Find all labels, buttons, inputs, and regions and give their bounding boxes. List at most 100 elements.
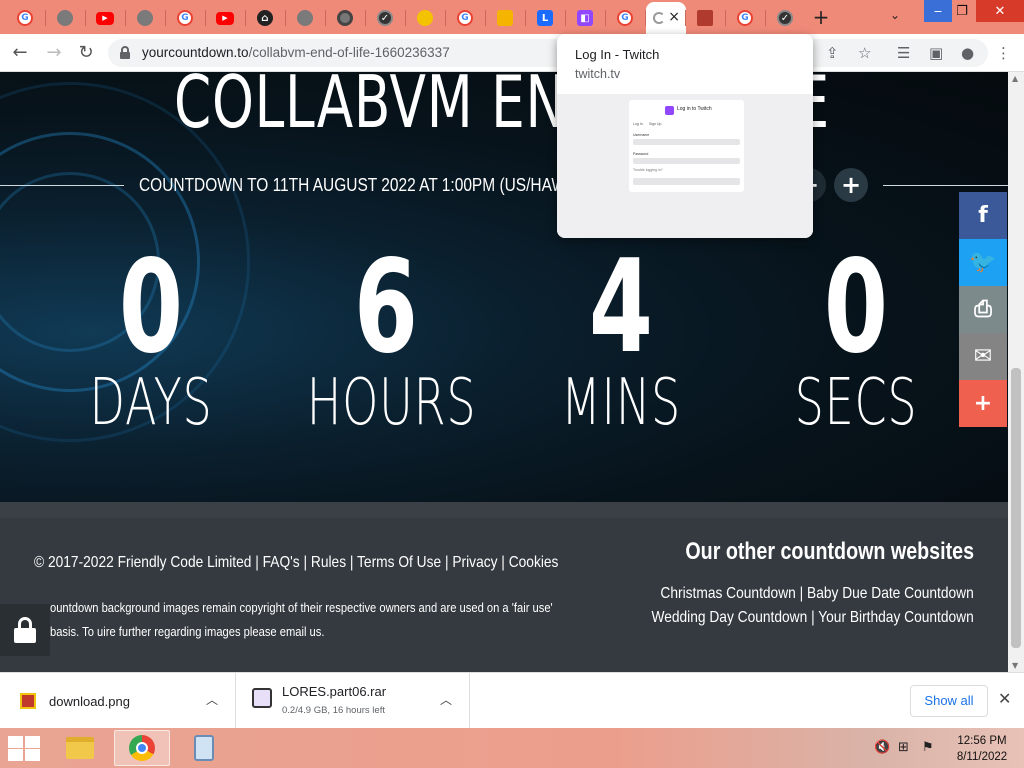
- image-disclaimer: ountdown background images remain copyri…: [50, 600, 553, 639]
- footer-links[interactable]: © 2017-2022 Friendly Code Limited | FAQ'…: [34, 554, 558, 572]
- rar-file-icon: [252, 688, 272, 708]
- more-icon[interactable]: +: [959, 380, 1007, 427]
- image-icon: [697, 10, 713, 26]
- share-page-icon[interactable]: ⇪: [826, 44, 839, 62]
- file-explorer-taskbar-button[interactable]: [52, 730, 108, 766]
- back-icon[interactable]: ←: [8, 42, 32, 64]
- mins-label: MINS: [561, 366, 681, 440]
- browser-tab[interactable]: ▶: [206, 4, 244, 32]
- add-icon[interactable]: +: [834, 168, 868, 202]
- hover-card-preview: Log in to Twitch Log In Sign Up Username…: [557, 94, 813, 238]
- countdown-days: 0 DAYS: [41, 233, 261, 440]
- browser-tab[interactable]: ▶: [86, 4, 124, 32]
- chevron-up-icon[interactable]: ︿: [206, 691, 218, 708]
- download-bar: download.png ︿ LORES.part06.rar 0.2/4.9 …: [0, 672, 1024, 729]
- download-filename: download.png: [49, 694, 130, 709]
- browser-tab[interactable]: [326, 4, 364, 32]
- browser-tab[interactable]: G: [166, 4, 204, 32]
- windows-taskbar: 🔇 ⊞ ⚑ 12:56 PM 8/11/2022: [0, 728, 1024, 768]
- network-icon[interactable]: ⊞: [898, 740, 909, 755]
- mins-value: 4: [588, 233, 654, 382]
- globe-icon: [297, 10, 313, 26]
- window-close-button[interactable]: ✕: [976, 0, 1024, 22]
- yellow-circle-icon: [417, 10, 433, 26]
- blue-app-icon: L: [537, 10, 553, 26]
- browser-tab[interactable]: [686, 4, 724, 32]
- google-icon: G: [177, 10, 193, 26]
- forward-icon[interactable]: →: [42, 42, 66, 64]
- preview-tab-signup: Sign Up: [649, 122, 662, 126]
- other-sites-line[interactable]: Wedding Day Countdown | Your Birthday Co…: [652, 606, 974, 630]
- hover-card-domain: twitch.tv: [575, 67, 621, 81]
- browser-tab[interactable]: G: [726, 4, 764, 32]
- browser-tab[interactable]: [406, 4, 444, 32]
- browser-tab[interactable]: G: [446, 4, 484, 32]
- maximize-button[interactable]: ❐: [948, 0, 976, 22]
- tab-strip: + ⌄ ‒ ❐ ✕ G ▶ G ▶ ⌂ ✓ G L ◧ G × G ✓: [0, 0, 1024, 34]
- email-icon[interactable]: ✉: [959, 333, 1007, 380]
- side-panel-icon[interactable]: ▣: [929, 44, 943, 62]
- scroll-down-arrow-icon[interactable]: ▼: [1012, 661, 1018, 670]
- chrome-icon: [337, 10, 353, 26]
- twitter-icon[interactable]: 🐦: [959, 239, 1007, 286]
- browser-tab[interactable]: ⌂: [246, 4, 284, 32]
- system-clock[interactable]: 12:56 PM 8/11/2022: [952, 733, 1012, 765]
- other-sites-line[interactable]: Christmas Countdown | Baby Due Date Coun…: [652, 582, 974, 606]
- devices-icon: [194, 735, 214, 761]
- close-tab-icon[interactable]: ×: [668, 9, 680, 25]
- action-center-icon[interactable]: ⚑: [922, 740, 934, 755]
- start-button[interactable]: [6, 734, 42, 762]
- google-icon: G: [617, 10, 633, 26]
- browser-tab[interactable]: [486, 4, 524, 32]
- url-path: /collabvm-end-of-life-1660236337: [248, 45, 450, 60]
- screen: + ⌄ ‒ ❐ ✕ G ▶ G ▶ ⌂ ✓ G L ◧ G × G ✓ ← → ↻ yourcountd…: [0, 0, 1024, 768]
- days-value: 0: [118, 233, 184, 382]
- show-all-downloads-button[interactable]: Show all: [910, 685, 988, 717]
- browser-tab[interactable]: [126, 4, 164, 32]
- divider-line: [883, 185, 1008, 186]
- close-download-bar-icon[interactable]: ✕: [998, 689, 1011, 708]
- profile-icon[interactable]: ●: [961, 44, 974, 62]
- other-sites-heading: Our other countdown websites: [685, 538, 974, 565]
- preview-login-button: [633, 178, 740, 185]
- scroll-thumb[interactable]: [1011, 368, 1021, 648]
- chevron-up-icon[interactable]: ︿: [440, 691, 452, 708]
- bookmark-star-icon[interactable]: ☆: [858, 44, 871, 62]
- address-bar[interactable]: yourcountdown.to/collabvm-end-of-life-16…: [108, 39, 988, 67]
- browser-tab[interactable]: [46, 4, 84, 32]
- facebook-icon[interactable]: f: [959, 192, 1007, 239]
- reload-icon[interactable]: ↻: [74, 42, 98, 64]
- devices-taskbar-button[interactable]: [176, 730, 232, 766]
- login-preview: Log in to Twitch Log In Sign Up Username…: [629, 100, 744, 192]
- print-icon[interactable]: ⎙: [959, 286, 1007, 333]
- download-item[interactable]: LORES.part06.rar 0.2/4.9 GB, 16 hours le…: [237, 673, 470, 729]
- new-tab-button[interactable]: +: [810, 6, 832, 28]
- reading-list-icon[interactable]: ☰: [897, 44, 910, 62]
- privacy-lock-button[interactable]: [0, 604, 50, 656]
- preview-username-label: Username: [633, 133, 650, 137]
- scroll-up-arrow-icon[interactable]: ▲: [1012, 74, 1018, 83]
- hero-section: COLLABVM END OF LIFE COUNTDOWN TO 11TH A…: [0, 72, 1008, 502]
- browser-tab[interactable]: [286, 4, 324, 32]
- footer: © 2017-2022 Friendly Code Limited | FAQ'…: [0, 518, 1008, 672]
- countdown-hours: 6 HOURS: [276, 244, 496, 439]
- tab-search-icon[interactable]: ⌄: [890, 8, 900, 22]
- browser-tab[interactable]: L: [526, 4, 564, 32]
- browser-tab[interactable]: G: [606, 4, 644, 32]
- menu-kebab-icon[interactable]: ⋮: [996, 44, 1011, 62]
- browser-tab[interactable]: G: [6, 4, 44, 32]
- secs-value: 0: [823, 233, 889, 382]
- browser-tab[interactable]: ×: [646, 2, 686, 34]
- browser-tab[interactable]: ◧: [566, 4, 604, 32]
- image-file-icon: [20, 693, 36, 709]
- google-icon: G: [17, 10, 33, 26]
- chrome-icon: [129, 735, 155, 761]
- download-item[interactable]: download.png ︿: [0, 673, 236, 729]
- days-label: DAYS: [89, 366, 213, 440]
- browser-tab[interactable]: ✓: [766, 4, 804, 32]
- volume-muted-icon[interactable]: 🔇: [874, 740, 890, 755]
- browser-tab[interactable]: ✓: [366, 4, 404, 32]
- vertical-scrollbar[interactable]: ▲ ▼: [1008, 72, 1024, 672]
- globe-icon: [137, 10, 153, 26]
- chrome-taskbar-button[interactable]: [114, 730, 170, 766]
